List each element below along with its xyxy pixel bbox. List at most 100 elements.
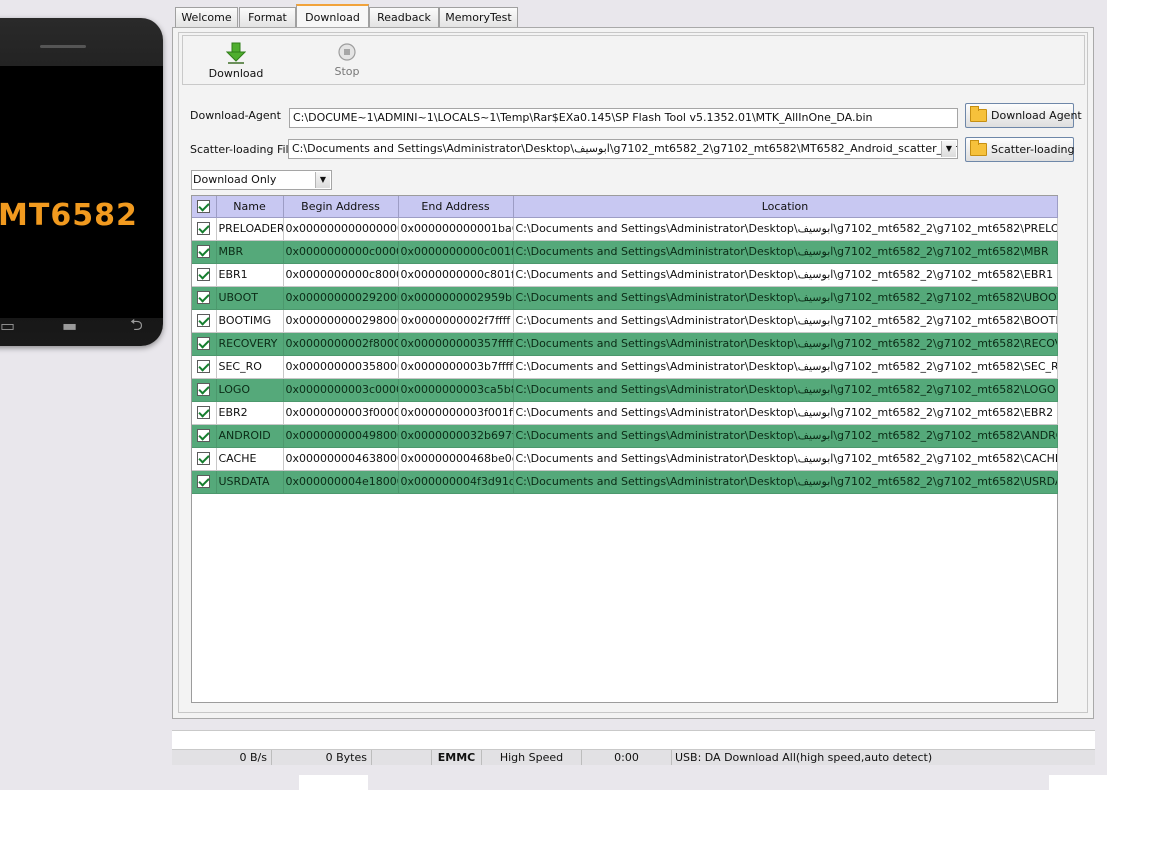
download-agent-path-field[interactable]: C:\DOCUME~1\ADMINI~1\LOCALS~1\Temp\Rar$E… xyxy=(289,108,958,128)
table-row[interactable]: RECOVERY 0x0000000002f80000 0x000000000357… xyxy=(192,332,1058,356)
table-row[interactable]: PRELOADER0x00000000000000000x00000000000… xyxy=(192,217,1058,241)
cell-end-address: 0x000000000357ffff xyxy=(398,332,514,356)
column-header-name[interactable]: Name xyxy=(216,196,284,218)
row-checkbox[interactable] xyxy=(197,475,211,489)
phone-speaker xyxy=(40,45,86,48)
row-checkbox-cell[interactable] xyxy=(192,286,217,310)
row-checkbox-cell[interactable] xyxy=(192,263,217,287)
select-all-checkbox[interactable] xyxy=(197,200,211,213)
cell-end-address: 0x0000000002f7ffff xyxy=(398,309,514,333)
cell-name: BOOTIMG xyxy=(216,309,284,333)
cell-begin-address: 0x0000000000c00000 xyxy=(283,240,399,264)
download-agent-label: Download-Agent xyxy=(190,109,281,122)
row-checkbox-cell[interactable] xyxy=(192,447,217,471)
table-row[interactable]: ANDROID0x00000000049800000x0000000032b69… xyxy=(192,424,1058,448)
download-label: Download xyxy=(208,67,264,80)
table-row[interactable]: EBR2 0x0000000003f00000 0x0000000003f001ff… xyxy=(192,401,1058,425)
row-checkbox[interactable] xyxy=(197,406,211,420)
cell-begin-address: 0x0000000002980000 xyxy=(283,309,399,333)
progress-bar xyxy=(172,730,1095,749)
cell-name: RECOVERY xyxy=(216,332,284,356)
row-checkbox-cell[interactable] xyxy=(192,217,217,241)
column-header-begin-address[interactable]: Begin Address xyxy=(283,196,399,218)
scatter-loading-button[interactable]: Scatter-loading xyxy=(965,137,1074,162)
table-row[interactable]: USRDATA0x000000004e1800000x000000004f3d9… xyxy=(192,470,1058,494)
cell-begin-address: 0x0000000000000000 xyxy=(283,217,399,241)
table-row[interactable]: UBOOT0x00000000029200000x0000000002959bb… xyxy=(192,286,1058,310)
download-agent-button[interactable]: Download Agent xyxy=(965,103,1082,128)
row-checkbox-cell[interactable] xyxy=(192,401,217,425)
column-header-end-address[interactable]: End Address xyxy=(398,196,514,218)
column-header-location[interactable]: Location xyxy=(513,196,1058,218)
cell-name: LOGO xyxy=(216,378,284,402)
back-key-icon: ⮌ xyxy=(130,315,143,334)
status-message: USB: DA Download All(high speed,auto det… xyxy=(675,751,933,764)
row-checkbox-cell[interactable] xyxy=(192,309,217,333)
download-button[interactable]: Download xyxy=(205,42,267,80)
row-checkbox[interactable] xyxy=(197,245,211,259)
row-checkbox[interactable] xyxy=(197,452,211,466)
cell-end-address: 0x0000000002959bb7 xyxy=(398,286,514,310)
row-checkbox[interactable] xyxy=(197,383,211,397)
chevron-down-icon[interactable]: ▼ xyxy=(315,172,330,188)
tab-memorytest[interactable]: MemoryTest xyxy=(439,7,518,27)
row-checkbox[interactable] xyxy=(197,360,211,374)
row-checkbox[interactable] xyxy=(197,222,211,236)
row-checkbox[interactable] xyxy=(197,314,211,328)
row-checkbox-cell[interactable] xyxy=(192,424,217,448)
status-speed-mode: High Speed xyxy=(482,750,582,765)
cell-begin-address: 0x000000004e180000 xyxy=(283,470,399,494)
cell-location: C:\Documents and Settings\Administrator\… xyxy=(513,263,1058,287)
cell-begin-address: 0x0000000002f80000 xyxy=(283,332,399,356)
table-row[interactable]: BOOTIMG0x00000000029800000x0000000002f7f… xyxy=(192,309,1058,333)
download-mode-value: Download Only xyxy=(193,173,277,186)
scatter-file-select[interactable]: C:\Documents and Settings\Administrator\… xyxy=(288,139,958,159)
cell-end-address: 0x000000000001ba67 xyxy=(398,217,514,241)
row-checkbox[interactable] xyxy=(197,337,211,351)
table-row[interactable]: CACHE0x00000000463800000x00000000468be0c… xyxy=(192,447,1058,471)
folder-icon xyxy=(970,140,987,156)
partition-table: Name Begin Address End Address Location … xyxy=(191,195,1058,703)
row-checkbox-cell[interactable] xyxy=(192,240,217,264)
table-row[interactable]: EBR1 0x0000000000c80000 0x0000000000c801ff… xyxy=(192,263,1058,287)
row-checkbox-cell[interactable] xyxy=(192,378,217,402)
cell-name: MBR xyxy=(216,240,284,264)
cell-end-address: 0x0000000003f001ff xyxy=(398,401,514,425)
home-key-icon: ▬ xyxy=(62,316,78,335)
cell-begin-address: 0x0000000003c00000 xyxy=(283,378,399,402)
cell-begin-address: 0x0000000000c80000 xyxy=(283,263,399,287)
tab-download[interactable]: Download xyxy=(296,4,369,28)
stop-icon xyxy=(338,43,356,61)
cell-end-address: 0x00000000468be0cf xyxy=(398,447,514,471)
cell-location: C:\Documents and Settings\Administrator\… xyxy=(513,424,1058,448)
chevron-down-icon[interactable]: ▼ xyxy=(941,141,956,157)
tab-readback[interactable]: Readback xyxy=(369,7,439,27)
cell-end-address: 0x0000000003b7ffff xyxy=(398,355,514,379)
cell-name: EBR1 xyxy=(216,263,284,287)
download-arrow-icon xyxy=(225,42,247,64)
cell-name: ANDROID xyxy=(216,424,284,448)
stop-button[interactable]: Stop xyxy=(327,42,367,78)
tab-welcome[interactable]: Welcome xyxy=(175,7,238,27)
cell-location: C:\Documents and Settings\Administrator\… xyxy=(513,240,1058,264)
cell-begin-address: 0x0000000046380000 xyxy=(283,447,399,471)
row-checkbox-cell[interactable] xyxy=(192,332,217,356)
cell-name: PRELOADER xyxy=(216,217,284,241)
cell-location: C:\Documents and Settings\Administrator\… xyxy=(513,401,1058,425)
table-row[interactable]: MBR 0x0000000000c00000 0x0000000000c001ff C… xyxy=(192,240,1058,264)
download-agent-button-label: Download Agent xyxy=(991,109,1082,122)
table-row[interactable]: LOGO 0x0000000003c00000 0x0000000003ca5b81… xyxy=(192,378,1058,402)
row-checkbox-cell[interactable] xyxy=(192,355,217,379)
scatter-file-label: Scatter-loading File xyxy=(190,143,296,156)
row-checkbox[interactable] xyxy=(197,268,211,282)
table-row[interactable]: SEC_RO0x00000000035800000x0000000003b7ff… xyxy=(192,355,1058,379)
cell-begin-address: 0x0000000004980000 xyxy=(283,424,399,448)
select-all-checkbox-cell[interactable] xyxy=(192,196,217,218)
cell-location: C:\Documents and Settings\Administrator\… xyxy=(513,470,1058,494)
tab-format[interactable]: Format xyxy=(239,7,296,27)
download-mode-select[interactable]: Download Only ▼ xyxy=(191,170,332,190)
status-time: 0:00 xyxy=(582,750,672,765)
row-checkbox[interactable] xyxy=(197,291,211,305)
row-checkbox[interactable] xyxy=(197,429,211,443)
row-checkbox-cell[interactable] xyxy=(192,470,217,494)
